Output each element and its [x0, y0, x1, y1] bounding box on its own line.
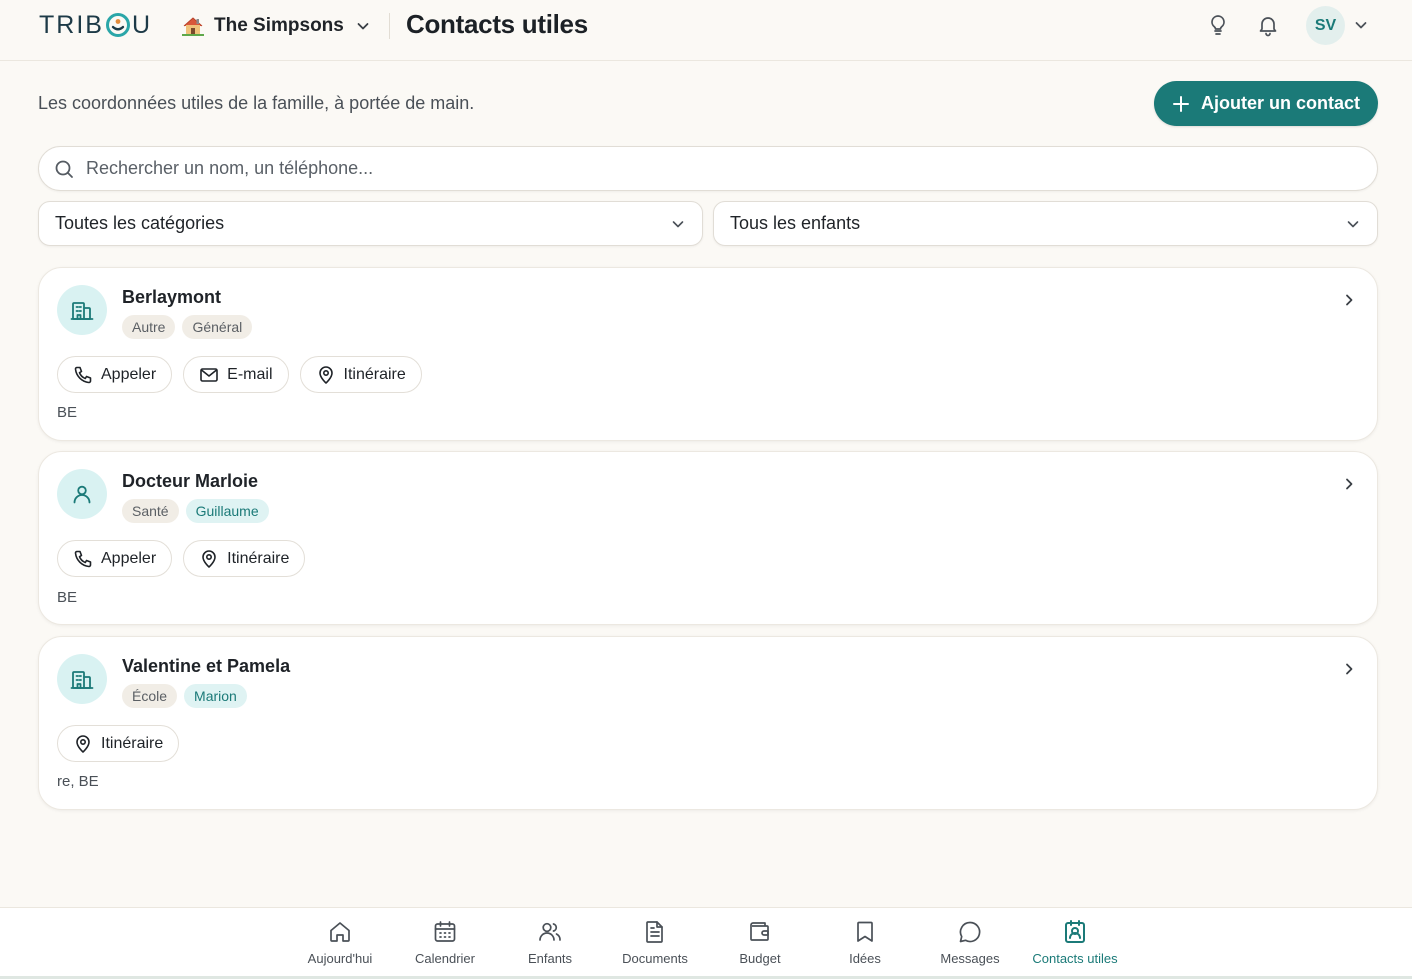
page-title: Contacts utiles [406, 9, 588, 39]
contact-actions: Appeler E-mail Itinéraire [57, 356, 422, 393]
email-label: E-mail [227, 365, 273, 383]
nav-item-budget[interactable]: Budget [710, 919, 810, 966]
nav-label: Documents [622, 951, 688, 966]
message-icon [957, 919, 983, 945]
nav-item-messages[interactable]: Messages [920, 919, 1020, 966]
logo-text-end: U [131, 10, 153, 39]
wallet-icon [747, 919, 773, 945]
contact-name: Berlaymont [122, 287, 222, 307]
bookmark-icon [852, 919, 878, 945]
directions-label: Itinéraire [101, 734, 164, 752]
contact-name: Valentine et Pamela [122, 656, 291, 676]
directions-label: Itinéraire [343, 365, 406, 383]
category-filter-value: Toutes les catégories [55, 213, 225, 233]
child-tag: Marion [184, 684, 247, 708]
nav-label: Enfants [527, 951, 573, 966]
map-pin-icon [73, 734, 93, 754]
nav-label: Contacts utiles [1032, 951, 1118, 966]
call-label: Appeler [101, 549, 157, 567]
building-icon [57, 285, 107, 335]
nav-label: Messages [940, 951, 1000, 966]
house-icon [181, 15, 205, 37]
nav-item-ideas[interactable]: Idées [815, 919, 915, 966]
email-button[interactable]: E-mail [183, 356, 289, 393]
user-avatar[interactable]: SV [1306, 6, 1345, 45]
chevron-down-icon [1345, 216, 1361, 232]
scope-tag: Général [182, 315, 253, 339]
bottom-navigation: Aujourd'hui Calendrier Enfants Documents… [0, 907, 1412, 979]
category-filter-select[interactable]: Toutes les catégories [38, 201, 703, 246]
directions-button[interactable]: Itinéraire [57, 725, 180, 762]
bell-icon[interactable] [1256, 13, 1280, 37]
family-name: The Simpsons [214, 15, 344, 36]
contact-name: Docteur Marloie [122, 471, 259, 491]
contact-actions: Appeler Itinéraire [57, 540, 306, 577]
search-input[interactable] [86, 158, 1377, 179]
phone-icon [73, 365, 93, 385]
nav-item-contacts[interactable]: Contacts utiles [1025, 919, 1125, 966]
app-logo[interactable]: TRIB U [39, 11, 152, 39]
contact-address: BE [57, 589, 78, 606]
directions-button[interactable]: Itinéraire [183, 540, 306, 577]
contact-card[interactable]: Berlaymont Autre Général Appeler E-mail … [38, 267, 1378, 441]
search-icon [54, 159, 74, 179]
plus-icon [1172, 95, 1190, 113]
header-divider [389, 13, 390, 39]
map-pin-icon [316, 365, 336, 385]
nav-label: Budget [739, 951, 781, 966]
contact-address: BE [57, 404, 78, 421]
category-tag: Autre [122, 315, 176, 339]
map-pin-icon [199, 549, 219, 569]
chevron-right-icon[interactable] [1341, 661, 1357, 677]
building-icon [57, 654, 107, 704]
child-tag: Guillaume [185, 499, 269, 523]
phone-icon [73, 549, 93, 569]
directions-label: Itinéraire [227, 549, 290, 567]
chevron-down-icon[interactable] [1353, 17, 1369, 33]
logo-mark-icon [105, 12, 131, 38]
mail-icon [199, 365, 219, 385]
calendar-icon [432, 919, 458, 945]
home-icon [327, 919, 353, 945]
top-header: TRIB U The Simpsons Contacts utiles SV [0, 0, 1412, 61]
child-filter-value: Tous les enfants [730, 213, 861, 233]
search-bar [38, 146, 1378, 191]
add-contact-label: Ajouter un contact [1200, 93, 1360, 113]
contact-book-icon [1062, 919, 1088, 945]
chevron-down-icon [355, 18, 371, 34]
nav-item-calendar[interactable]: Calendrier [395, 919, 495, 966]
chevron-down-icon [670, 216, 686, 232]
call-button[interactable]: Appeler [57, 356, 173, 393]
contact-tags: Autre Général [122, 315, 253, 339]
add-contact-button[interactable]: Ajouter un contact [1154, 81, 1378, 126]
contact-tags: Santé Guillaume [122, 499, 269, 523]
nav-label: Idées [849, 951, 881, 966]
call-label: Appeler [101, 365, 157, 383]
contact-card[interactable]: Valentine et Pamela École Marion Itinéra… [38, 636, 1378, 810]
person-icon [57, 469, 107, 519]
nav-label: Aujourd'hui [307, 951, 373, 966]
contact-tags: École Marion [122, 684, 247, 708]
logo-text-start: TRIB [39, 10, 104, 39]
child-filter-select[interactable]: Tous les enfants [713, 201, 1378, 246]
users-icon [537, 919, 563, 945]
directions-button[interactable]: Itinéraire [299, 356, 422, 393]
nav-item-today[interactable]: Aujourd'hui [290, 919, 390, 966]
call-button[interactable]: Appeler [57, 540, 173, 577]
nav-item-documents[interactable]: Documents [605, 919, 705, 966]
nav-item-children[interactable]: Enfants [500, 919, 600, 966]
lightbulb-icon[interactable] [1206, 13, 1230, 37]
document-icon [642, 919, 668, 945]
contact-address: re, BE [57, 773, 99, 790]
family-switcher[interactable]: The Simpsons [181, 12, 371, 40]
contact-actions: Itinéraire [57, 725, 180, 762]
nav-label: Calendrier [415, 951, 475, 966]
contact-card[interactable]: Docteur Marloie Santé Guillaume Appeler … [38, 451, 1378, 625]
category-tag: Santé [122, 499, 179, 523]
chevron-right-icon[interactable] [1341, 292, 1357, 308]
category-tag: École [122, 684, 178, 708]
page-subtitle: Les coordonnées utiles de la famille, à … [38, 93, 475, 113]
chevron-right-icon[interactable] [1341, 476, 1357, 492]
